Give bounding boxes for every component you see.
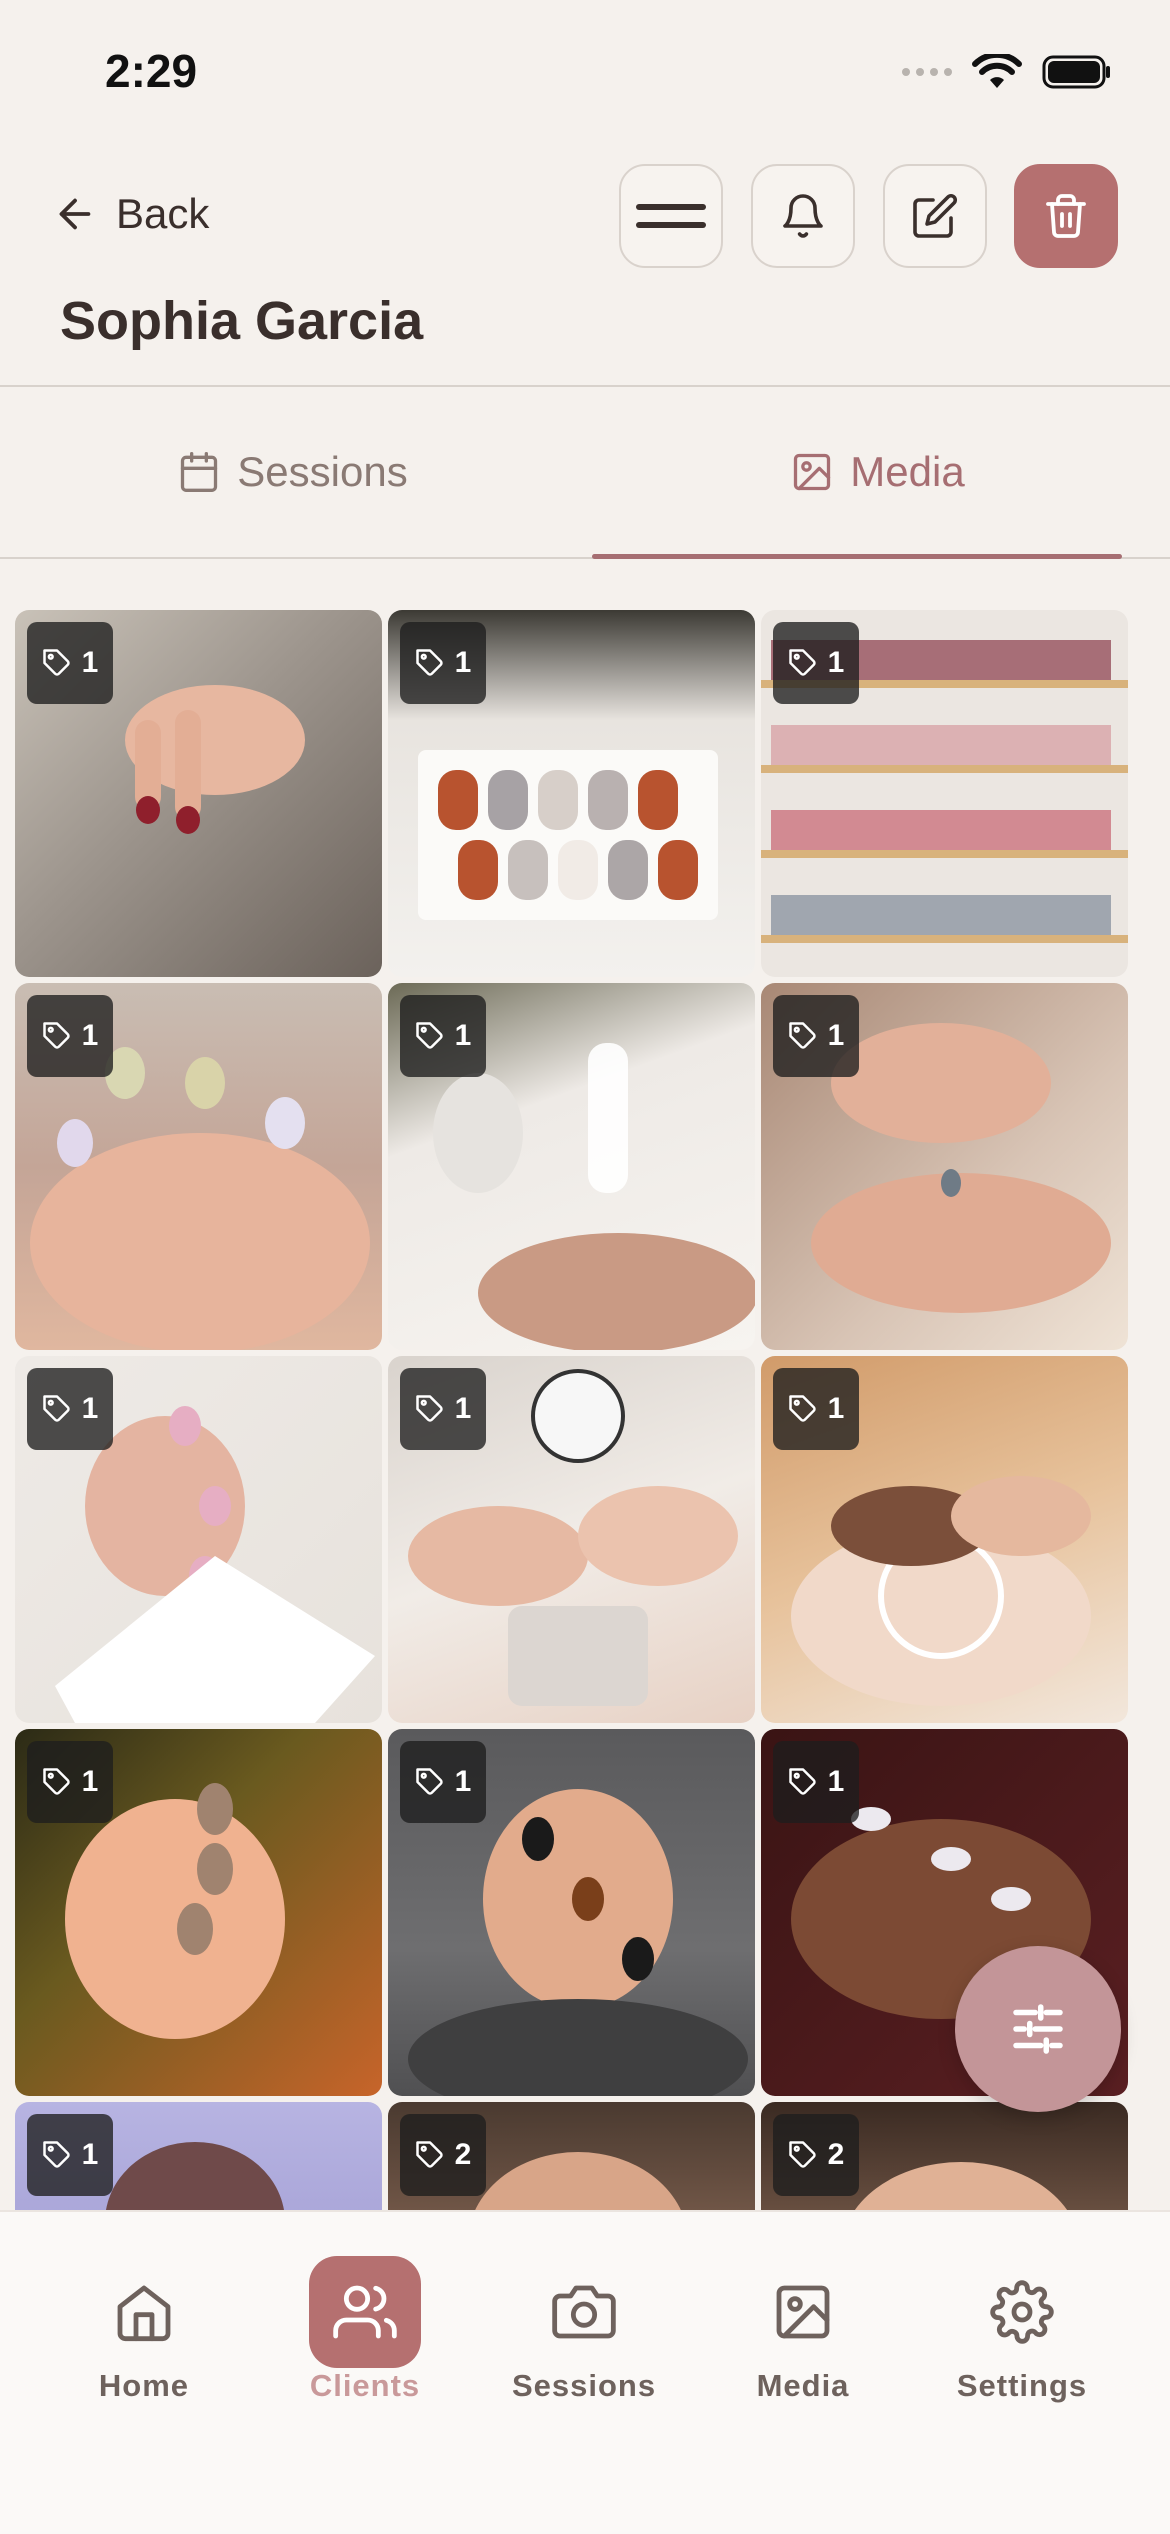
tag-badge: 1: [400, 995, 486, 1077]
tag-icon: [42, 1395, 70, 1422]
tag-icon: [788, 1768, 816, 1795]
media-tile[interactable]: 1: [15, 610, 382, 977]
tag-badge: 2: [400, 2114, 486, 2196]
media-tile[interactable]: 1: [761, 610, 1128, 977]
nav-settings-label: Settings: [956, 2368, 1088, 2403]
media-tile[interactable]: 1: [388, 1729, 755, 2096]
users-icon: [333, 2285, 397, 2339]
tag-badge: 1: [27, 1368, 113, 1450]
calendar-icon: [181, 452, 218, 492]
tag-badge: 1: [27, 995, 113, 1077]
nav-home[interactable]: Home: [44, 2256, 244, 2404]
tag-icon: [415, 1768, 443, 1795]
nav-media[interactable]: Media: [703, 2256, 903, 2404]
media-tile[interactable]: 1: [388, 1356, 755, 1723]
nav-media-label: Media: [756, 2368, 850, 2403]
tag-icon: [788, 1395, 816, 1422]
tag-icon: [415, 1395, 443, 1422]
client-name-title: Sophia Garcia: [60, 291, 424, 351]
status-bar: 2:29: [0, 0, 1170, 140]
tag-icon: [42, 1768, 70, 1795]
tag-icon: [415, 1022, 443, 1049]
media-tile[interactable]: 2: [761, 2102, 1128, 2210]
tag-icon: [788, 2141, 816, 2168]
nav-sessions-label: Sessions: [511, 2368, 657, 2403]
image-icon: [776, 2285, 830, 2339]
media-tile[interactable]: 1: [388, 983, 755, 1350]
edit-icon: [913, 193, 958, 238]
nav-clients-label: Clients: [309, 2368, 421, 2403]
tag-icon: [42, 649, 70, 676]
tab-sessions[interactable]: Sessions: [0, 387, 585, 557]
camera-icon: [552, 2285, 616, 2339]
header: Back Sophia Garcia: [0, 140, 1170, 387]
status-time: 2:29: [105, 45, 198, 97]
tag-badge: 1: [773, 1741, 859, 1823]
tag-badge: 1: [773, 995, 859, 1077]
menu-button[interactable]: [619, 164, 723, 268]
arrow-left-icon: [59, 198, 91, 230]
tag-icon: [788, 649, 816, 676]
notifications-button[interactable]: [751, 164, 855, 268]
tag-icon: [415, 2141, 443, 2168]
back-label: Back: [116, 190, 210, 237]
delete-button[interactable]: [1014, 164, 1118, 268]
tag-badge: 1: [773, 1368, 859, 1450]
tag-badge: 1: [400, 622, 486, 704]
tag-icon: [42, 1022, 70, 1049]
filter-fab-button[interactable]: [955, 1946, 1121, 2112]
wifi-icon: [972, 54, 1022, 88]
tab-sessions-label: Sessions: [237, 448, 408, 495]
tag-badge: 1: [400, 1741, 486, 1823]
media-tile[interactable]: 1: [761, 1356, 1128, 1723]
battery-icon: [1042, 55, 1110, 89]
edit-button[interactable]: [883, 164, 987, 268]
media-tile[interactable]: 1: [15, 1729, 382, 2096]
bell-icon: [783, 194, 823, 238]
tag-badge: 1: [27, 622, 113, 704]
tag-icon: [42, 2141, 70, 2168]
menu-icon: [636, 204, 706, 228]
tag-badge: 1: [27, 1741, 113, 1823]
tab-media[interactable]: Media: [585, 387, 1170, 557]
gear-icon: [990, 2280, 1054, 2344]
media-tile[interactable]: 1: [15, 2102, 382, 2210]
nav-sessions[interactable]: Sessions: [484, 2256, 684, 2404]
media-tile[interactable]: 1: [388, 610, 755, 977]
nav-settings[interactable]: Settings: [922, 2256, 1122, 2404]
image-icon: [794, 453, 831, 491]
media-tile[interactable]: 1: [15, 983, 382, 1350]
trash-icon: [1046, 194, 1086, 238]
tab-active-indicator: [592, 554, 1122, 559]
tag-icon: [415, 649, 443, 676]
tab-bar: Sessions Media: [0, 387, 1170, 559]
back-button[interactable]: Back: [52, 190, 209, 238]
nav-home-label: Home: [98, 2368, 190, 2403]
bottom-nav: Home Clients Sessions Media Settings: [0, 2210, 1170, 2534]
tag-badge: 1: [400, 1368, 486, 1450]
sliders-icon: [1013, 2004, 1063, 2054]
tag-badge: 1: [27, 2114, 113, 2196]
home-icon: [117, 2285, 171, 2342]
signal-icon: [902, 68, 952, 76]
tag-badge: 1: [773, 622, 859, 704]
nav-clients[interactable]: Clients: [265, 2256, 465, 2404]
media-tile[interactable]: 1: [761, 983, 1128, 1350]
tab-media-label: Media: [850, 448, 965, 495]
tag-icon: [788, 1022, 816, 1049]
tag-badge: 2: [773, 2114, 859, 2196]
media-tile[interactable]: 2: [388, 2102, 755, 2210]
media-tile[interactable]: 1: [15, 1356, 382, 1723]
